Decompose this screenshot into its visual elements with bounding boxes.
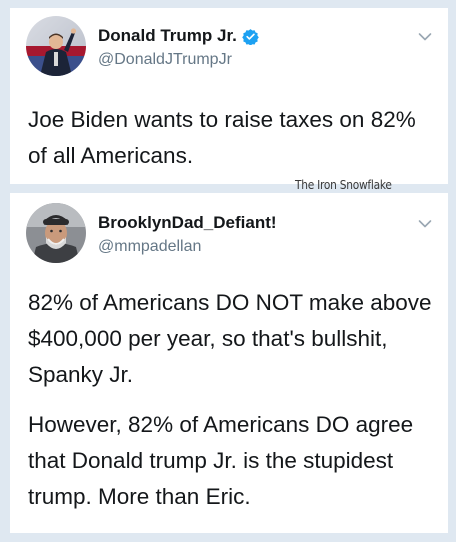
- tweet-card: BrooklynDad_Defiant! @mmpadellan 82% of …: [10, 193, 448, 533]
- display-name[interactable]: BrooklynDad_Defiant!: [98, 213, 277, 233]
- tweet-text-paragraph: However, 82% of Americans DO agree that …: [28, 412, 414, 509]
- display-name[interactable]: Donald Trump Jr.: [98, 26, 237, 46]
- chevron-down-icon[interactable]: [418, 219, 432, 229]
- tweet-card: Donald Trump Jr. @DonaldJTrumpJr Joe Bid…: [10, 8, 448, 192]
- avatar[interactable]: [26, 16, 86, 76]
- watermark: The Iron Snowflake: [295, 177, 392, 192]
- author-handle[interactable]: @DonaldJTrumpJr: [98, 50, 232, 70]
- avatar-image: [26, 203, 86, 263]
- author-row: Donald Trump Jr.: [98, 26, 259, 46]
- verified-badge-icon: [242, 28, 259, 45]
- avatar[interactable]: [26, 203, 86, 263]
- tweet-text-paragraph: 82% of Americans DO NOT make above $400,…: [28, 290, 432, 387]
- author-row: BrooklynDad_Defiant!: [98, 213, 277, 233]
- tweet-text: Joe Biden wants to raise taxes on 82% of…: [28, 107, 416, 168]
- author-handle[interactable]: @mmpadellan: [98, 237, 201, 257]
- chevron-down-icon[interactable]: [418, 32, 432, 42]
- avatar-image: [26, 16, 86, 76]
